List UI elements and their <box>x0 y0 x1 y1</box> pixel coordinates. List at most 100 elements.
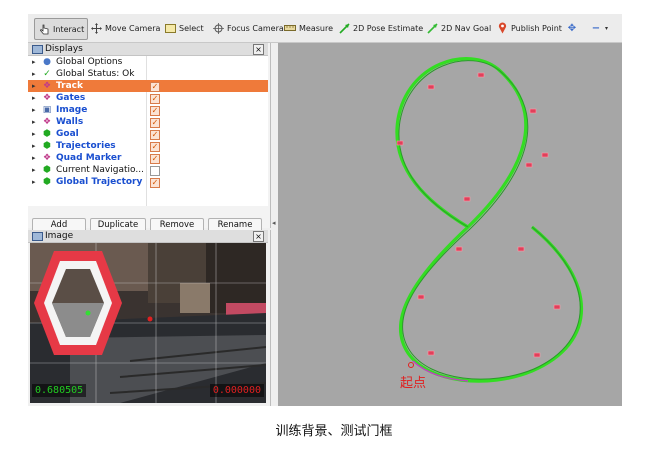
display-enabled-checkbox[interactable]: ✓ <box>150 154 160 164</box>
gate-marker <box>427 350 435 356</box>
display-enabled-checkbox[interactable]: ✓ <box>150 142 160 152</box>
chevron-down-icon: ▾ <box>605 24 609 32</box>
gate-marker <box>477 72 485 78</box>
marker-icon: ❖ <box>42 117 52 127</box>
display-item-image[interactable]: ▸ ▣ Image ✓ <box>28 104 268 116</box>
move-camera-tool-button[interactable]: Move Camera <box>90 18 160 38</box>
display-enabled-checkbox[interactable]: ✓ <box>150 82 160 92</box>
expand-arrow-icon[interactable]: ▸ <box>32 56 36 68</box>
expand-arrow-icon[interactable]: ▸ <box>32 80 36 92</box>
expand-arrow-icon[interactable]: ▸ <box>32 104 36 116</box>
cube-icon: ⬢ <box>43 165 51 175</box>
display-enabled-checkbox[interactable]: ✓ <box>150 130 160 140</box>
toolbar: Interact Move Camera Select Focus Camera… <box>28 14 622 43</box>
panel-splitter[interactable]: ◂ <box>271 43 278 406</box>
actual-trajectory-line <box>398 60 581 380</box>
expand-arrow-icon[interactable]: ▸ <box>32 92 36 104</box>
expand-arrow-icon[interactable]: ▸ <box>32 176 36 188</box>
expand-arrow-icon[interactable]: ▸ <box>32 68 36 80</box>
expand-arrow-icon[interactable]: ▸ <box>32 152 36 164</box>
display-item-global-status-ok[interactable]: ▸ ✓ Global Status: Ok <box>28 68 268 80</box>
display-item-global-trajectory[interactable]: ▸ ⬢ Global Trajectory ✓ <box>28 176 268 188</box>
monitor-icon <box>32 45 43 54</box>
gate-marker <box>427 84 435 90</box>
move-camera-label: Move Camera <box>105 23 161 33</box>
measure-tool-button[interactable]: Measure <box>284 18 333 38</box>
marker-icon: ❖ <box>42 153 52 163</box>
publish-point-tool-button[interactable]: Publish Point <box>496 18 562 38</box>
display-enabled-checkbox[interactable]: ✓ <box>150 106 160 116</box>
display-item-trajectories[interactable]: ▸ ⬢ Trajectories ✓ <box>28 140 268 152</box>
remove-tool-menu-button[interactable]: − ▾ <box>590 18 608 38</box>
displays-panel-header: Displays × <box>28 43 268 56</box>
gate-marker <box>396 140 404 146</box>
nav-goal-label: 2D Nav Goal <box>441 23 492 33</box>
trajectory-plot: 起点 <box>395 57 583 391</box>
displays-tree: ▸ ● Global Options ▸ ✓ Global Status: Ok ▸ ❖ Tra… <box>28 56 268 206</box>
camera-scene <box>30 243 266 403</box>
gate-marker <box>533 352 541 358</box>
plus-icon: ✥ <box>567 22 577 34</box>
cube-icon: ⬢ <box>43 141 51 151</box>
marker-icon: ❖ <box>42 81 52 91</box>
display-enabled-checkbox[interactable]: ✓ <box>150 94 160 104</box>
start-point-marker <box>408 362 414 368</box>
close-icon[interactable]: × <box>253 231 264 242</box>
marker-icon: ❖ <box>42 93 52 103</box>
expand-arrow-icon[interactable]: ▸ <box>32 164 36 176</box>
check-icon: ✓ <box>43 69 51 79</box>
display-item-gates[interactable]: ▸ ❖ Gates ✓ <box>28 92 268 104</box>
3d-view[interactable]: 起点 <box>278 43 622 406</box>
gate-marker <box>417 294 425 300</box>
interact-tool-button[interactable]: Interact <box>34 18 89 40</box>
image-panel-icon <box>32 232 43 241</box>
display-item-quad-marker[interactable]: ▸ ❖ Quad Marker ✓ <box>28 152 268 164</box>
select-label: Select <box>179 23 204 33</box>
image-center-marker <box>147 316 153 322</box>
expand-arrow-icon[interactable]: ▸ <box>32 128 36 140</box>
display-enabled-checkbox[interactable] <box>150 166 160 176</box>
image-panel-header: Image × <box>28 230 268 243</box>
focus-camera-label: Focus Camera <box>227 23 284 33</box>
display-item-label: Global Options <box>56 57 123 67</box>
focus-camera-tool-button[interactable]: Focus Camera <box>212 18 284 38</box>
image-panel: Image × 0.680505 0.000000 <box>28 230 271 406</box>
left-value-readout: 0.680505 <box>32 384 87 397</box>
right-value-readout: 0.000000 <box>209 384 264 397</box>
gate-center-marker <box>85 310 91 316</box>
minus-icon: − <box>591 22 601 34</box>
focus-camera-icon <box>212 22 224 34</box>
display-item-label: Global Status: Ok <box>56 69 135 79</box>
display-enabled-checkbox[interactable]: ✓ <box>150 118 160 128</box>
gate-marker <box>541 152 549 158</box>
interact-icon <box>38 23 50 35</box>
globe-icon: ● <box>43 57 51 67</box>
close-icon[interactable]: × <box>253 44 264 55</box>
display-item-current-navigatio[interactable]: ▸ ⬢ Current Navigatio... <box>28 164 268 176</box>
display-item-goal[interactable]: ▸ ⬢ Goal ✓ <box>28 128 268 140</box>
display-item-track[interactable]: ▸ ❖ Track ✓ <box>28 80 268 92</box>
select-tool-button[interactable]: Select <box>164 18 204 38</box>
gate-marker <box>553 304 561 310</box>
pose-estimate-icon <box>338 22 350 34</box>
display-enabled-checkbox[interactable]: ✓ <box>150 178 160 188</box>
nav-goal-tool-button[interactable]: 2D Nav Goal <box>426 18 491 38</box>
image-icon: ▣ <box>42 105 52 115</box>
display-item-global-options[interactable]: ▸ ● Global Options <box>28 56 268 68</box>
display-item-walls[interactable]: ▸ ❖ Walls ✓ <box>28 116 268 128</box>
expand-arrow-icon[interactable]: ▸ <box>32 116 36 128</box>
gate-marker <box>517 246 525 252</box>
gate-marker <box>529 108 537 114</box>
pose-estimate-tool-button[interactable]: 2D Pose Estimate <box>338 18 423 38</box>
publish-point-icon <box>496 22 508 34</box>
cube-icon: ⬢ <box>43 177 51 187</box>
interact-label: Interact <box>53 24 85 34</box>
displays-title: Displays <box>45 44 83 54</box>
gate-marker <box>525 162 533 168</box>
rviz-window: Interact Move Camera Select Focus Camera… <box>28 14 622 406</box>
add-tool-button[interactable]: ✥ <box>566 18 581 38</box>
publish-point-label: Publish Point <box>511 23 562 33</box>
gate-marker <box>455 246 463 252</box>
expand-arrow-icon[interactable]: ▸ <box>32 140 36 152</box>
global-trajectory-line <box>395 57 583 383</box>
